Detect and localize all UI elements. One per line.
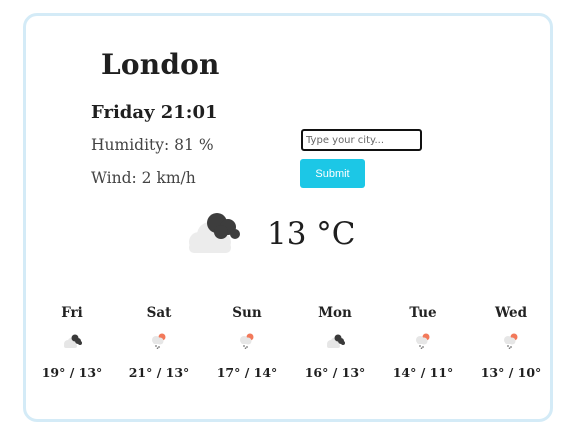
forecast-day: Fri 19° / 13° bbox=[42, 305, 103, 380]
forecast-day: Wed 13° / 10° bbox=[481, 305, 542, 380]
forecast-range: 14° / 11° bbox=[392, 365, 454, 380]
forecast-range: 21° / 13° bbox=[128, 365, 190, 380]
forecast-day: Mon 16° / 13° bbox=[305, 305, 366, 380]
forecast-day-name: Sat bbox=[146, 305, 172, 321]
sun-rain-icon bbox=[504, 333, 518, 349]
forecast-row: Fri 19° / 13° Sat 21° / 13° Sun 17° / 14… bbox=[0, 305, 583, 395]
sun-rain-icon bbox=[240, 333, 254, 349]
wind-text: Wind: 2 km/h bbox=[91, 169, 196, 187]
forecast-day: Sun 17° / 14° bbox=[217, 305, 278, 380]
forecast-day-name: Sun bbox=[232, 305, 262, 321]
forecast-range: 16° / 13° bbox=[304, 365, 366, 380]
forecast-day-name: Mon bbox=[318, 305, 352, 321]
city-search-input[interactable] bbox=[301, 129, 422, 151]
forecast-day-name: Fri bbox=[61, 305, 83, 321]
forecast-day-name: Tue bbox=[409, 305, 437, 321]
cloudy-night-icon bbox=[189, 213, 240, 253]
sun-rain-icon bbox=[416, 333, 430, 349]
forecast-range: 17° / 14° bbox=[216, 365, 278, 380]
forecast-day-name: Wed bbox=[494, 305, 528, 321]
forecast-day: Sat 21° / 13° bbox=[129, 305, 190, 380]
current-temperature: 13 °C bbox=[267, 216, 356, 252]
city-name: London bbox=[101, 48, 220, 81]
day-time: Friday 21:01 bbox=[91, 102, 218, 123]
humidity-text: Humidity: 81 % bbox=[91, 136, 214, 154]
forecast-range: 13° / 10° bbox=[480, 365, 542, 380]
sun-rain-icon bbox=[152, 333, 166, 349]
cloudy-night-icon bbox=[327, 334, 345, 348]
forecast-range: 19° / 13° bbox=[41, 365, 103, 380]
submit-button[interactable]: Submit bbox=[300, 159, 365, 188]
cloudy-night-icon bbox=[64, 334, 82, 348]
forecast-day: Tue 14° / 11° bbox=[393, 305, 454, 380]
